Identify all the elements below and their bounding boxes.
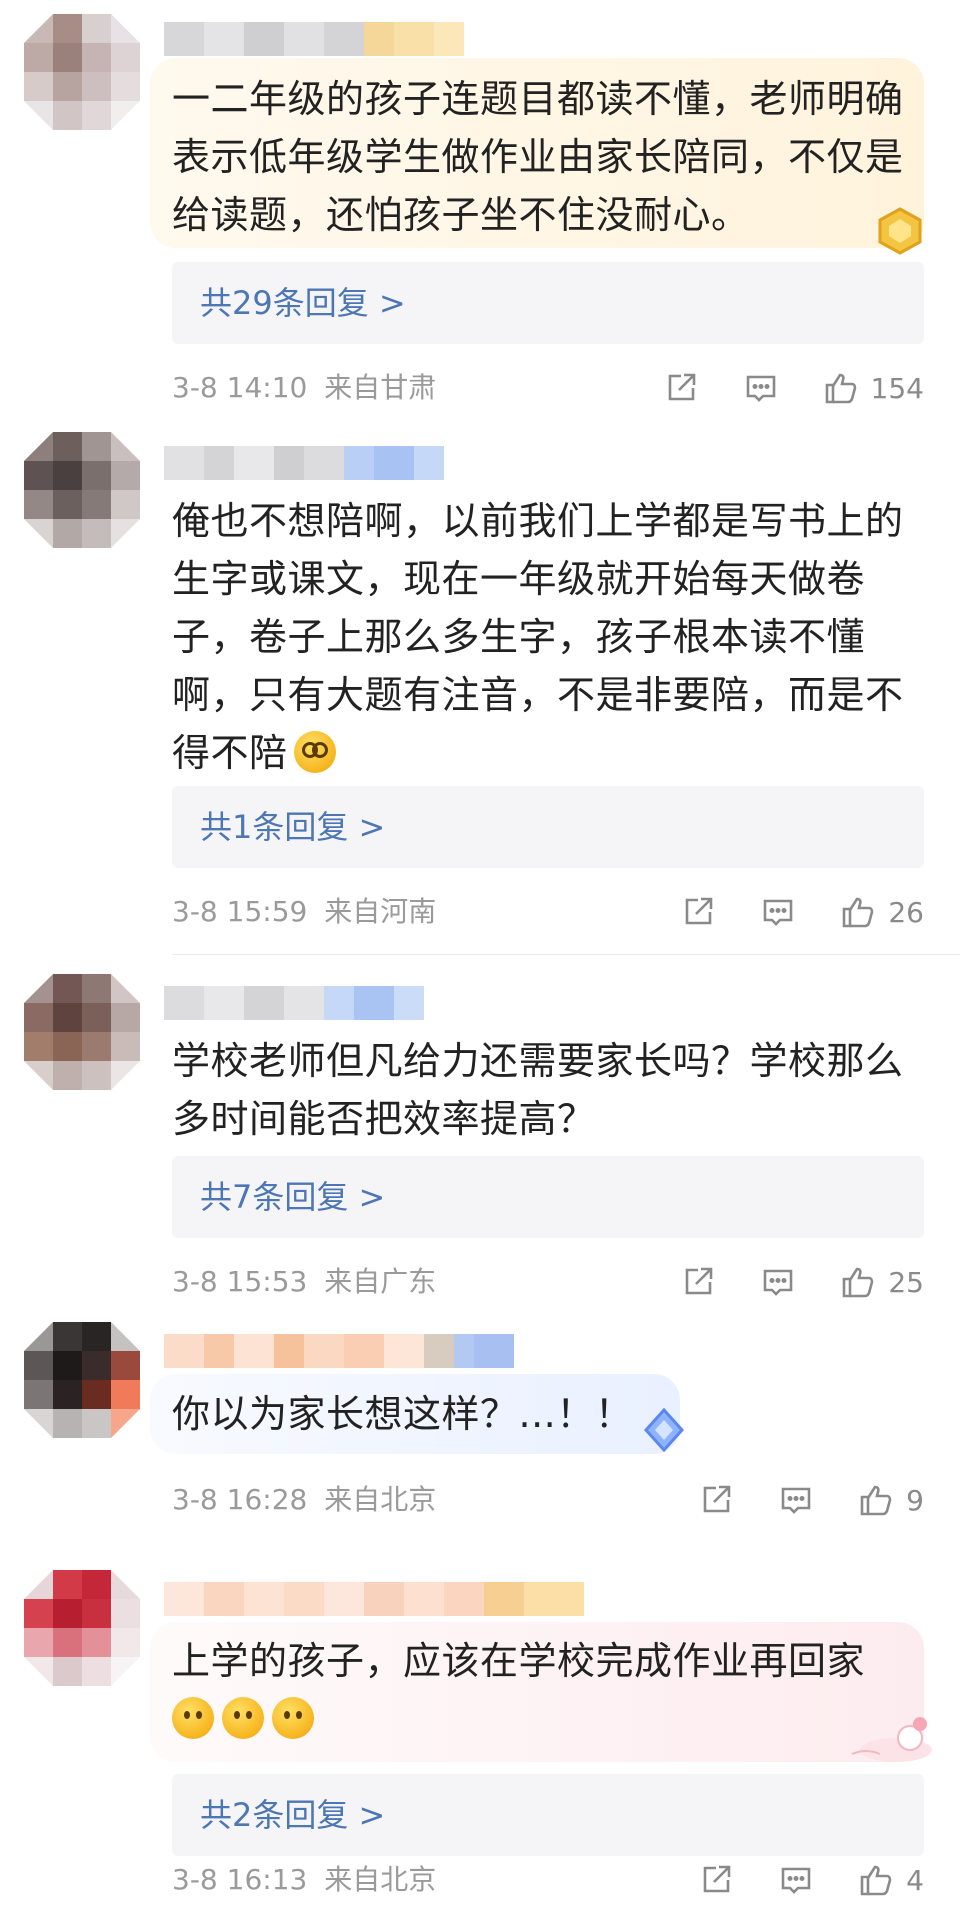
- timestamp: 3-8 14:10: [172, 371, 308, 404]
- smile-emoji: [222, 1697, 264, 1739]
- comment-actions: 154: [619, 368, 924, 408]
- view-replies-link[interactable]: 共7条回复 >: [200, 1156, 385, 1238]
- like-count: 25: [888, 1265, 924, 1299]
- location: 来自河南: [324, 895, 437, 928]
- pink-cat-sticker-icon: [851, 1717, 932, 1762]
- like-button[interactable]: 154: [823, 370, 924, 406]
- share-icon[interactable]: [680, 894, 716, 930]
- comment-text: 学校老师但凡给力还需要家长吗？学校那么多时间能否把效率提高？: [172, 1039, 904, 1141]
- comment-meta: 3-8 15:59 来自河南: [172, 892, 436, 932]
- comment-actions: 9: [654, 1480, 924, 1520]
- like-count: 9: [906, 1483, 924, 1517]
- comment-actions: 4: [654, 1860, 924, 1900]
- view-replies-link[interactable]: 共2条回复 >: [200, 1774, 385, 1856]
- avatar[interactable]: [24, 1570, 140, 1686]
- reply-box[interactable]: 共2条回复 >: [172, 1774, 924, 1856]
- username-blurred[interactable]: [164, 986, 424, 1020]
- smile-emoji: [172, 1697, 214, 1739]
- avatar[interactable]: [24, 974, 140, 1090]
- username-blurred[interactable]: [164, 446, 444, 480]
- username-blurred[interactable]: [164, 1582, 584, 1616]
- share-icon[interactable]: [698, 1862, 734, 1898]
- like-button[interactable]: 9: [858, 1482, 924, 1518]
- thumbs-up-icon[interactable]: [858, 1862, 894, 1898]
- like-count: 26: [888, 895, 924, 929]
- smile-emoji: [272, 1697, 314, 1739]
- comment-icon[interactable]: [778, 1862, 814, 1898]
- dizzy-face-emoji: [293, 731, 336, 773]
- timestamp: 3-8 16:13: [172, 1863, 308, 1896]
- comment-text: 一二年级的孩子连题目都读不懂，老师明确表示低年级学生做作业由家长陪同，不仅是给读…: [172, 77, 904, 237]
- blue-diamond-badge-icon: [643, 1407, 685, 1453]
- timestamp: 3-8 15:59: [172, 895, 308, 928]
- comment-icon[interactable]: [760, 1264, 796, 1300]
- reply-box[interactable]: 共7条回复 >: [172, 1156, 924, 1238]
- reply-box[interactable]: 共29条回复 >: [172, 262, 924, 344]
- comment-meta: 3-8 15:53 来自广东: [172, 1262, 436, 1302]
- share-icon[interactable]: [680, 1264, 716, 1300]
- share-icon[interactable]: [698, 1482, 734, 1518]
- comment-text: 上学的孩子，应该在学校完成作业再回家: [172, 1632, 908, 1748]
- comment-meta: 3-8 16:13 来自北京: [172, 1860, 436, 1900]
- thumbs-up-icon[interactable]: [840, 894, 876, 930]
- location: 来自北京: [324, 1863, 437, 1896]
- like-button[interactable]: 26: [840, 894, 924, 930]
- gold-hex-badge-icon: [878, 207, 922, 255]
- avatar[interactable]: [24, 14, 140, 130]
- location: 来自广东: [324, 1265, 437, 1298]
- timestamp: 3-8 15:53: [172, 1265, 308, 1298]
- timestamp: 3-8 16:28: [172, 1483, 308, 1516]
- thumbs-up-icon[interactable]: [858, 1482, 894, 1518]
- comment-icon[interactable]: [760, 894, 796, 930]
- comment-text: 俺也不想陪啊，以前我们上学都是写书上的生字或课文，现在一年级就开始每天做卷子，卷…: [172, 499, 904, 775]
- avatar[interactable]: [24, 432, 140, 548]
- comment-text: 你以为家长想这样？...！！: [172, 1392, 634, 1436]
- thumbs-up-icon[interactable]: [840, 1264, 876, 1300]
- comment-actions: 25: [636, 1262, 924, 1302]
- view-replies-link[interactable]: 共1条回复 >: [200, 786, 385, 868]
- like-count: 154: [870, 371, 924, 405]
- thumbs-up-icon[interactable]: [823, 370, 859, 406]
- comment-actions: 26: [636, 892, 924, 932]
- location: 来自甘肃: [324, 371, 437, 404]
- divider: [172, 954, 960, 955]
- share-icon[interactable]: [663, 370, 699, 406]
- reply-box[interactable]: 共1条回复 >: [172, 786, 924, 868]
- comment-icon[interactable]: [743, 370, 779, 406]
- avatar[interactable]: [24, 1322, 140, 1438]
- location: 来自北京: [324, 1483, 437, 1516]
- comment-meta: 3-8 16:28 来自北京: [172, 1480, 436, 1520]
- username-blurred[interactable]: [164, 1334, 514, 1368]
- username-blurred[interactable]: [164, 22, 464, 56]
- like-button[interactable]: 4: [858, 1862, 924, 1898]
- view-replies-link[interactable]: 共29条回复 >: [200, 262, 406, 344]
- comment-icon[interactable]: [778, 1482, 814, 1518]
- comment-meta: 3-8 14:10 来自甘肃: [172, 368, 436, 408]
- like-button[interactable]: 25: [840, 1264, 924, 1300]
- like-count: 4: [906, 1863, 924, 1897]
